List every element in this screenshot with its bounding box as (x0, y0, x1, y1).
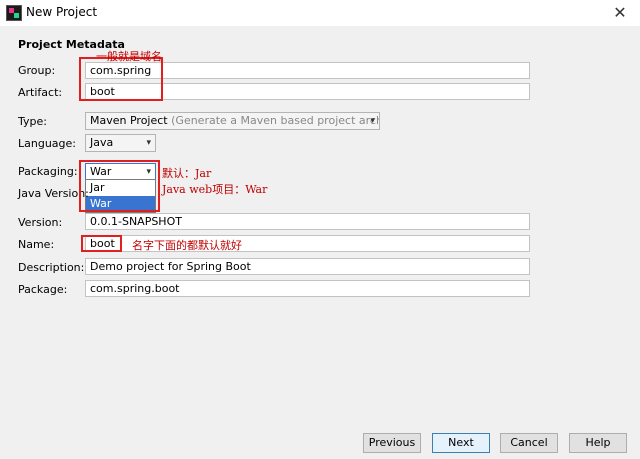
packaging-highlight-box (79, 160, 160, 212)
packaging-web-annotation: Java web项目：War (162, 183, 268, 196)
name-highlight-box (81, 235, 122, 252)
next-button[interactable]: Next (432, 433, 490, 453)
chevron-down-icon: ▾ (370, 116, 375, 126)
type-value: Maven Project (90, 114, 168, 127)
description-label: Description: (18, 261, 85, 274)
version-label: Version: (18, 216, 63, 229)
close-icon[interactable]: ✕ (600, 0, 640, 26)
chevron-down-icon: ▾ (146, 138, 151, 148)
cancel-button[interactable]: Cancel (500, 433, 558, 453)
group-label: Group: (18, 64, 56, 77)
help-button[interactable]: Help (569, 433, 627, 453)
type-label: Type: (18, 115, 47, 128)
package-field[interactable]: com.spring.boot (85, 280, 530, 297)
package-label: Package: (18, 283, 68, 296)
title-bar: New Project ✕ (0, 0, 640, 26)
language-label: Language: (18, 137, 76, 150)
group-annotation: 一般就是域名 (96, 50, 162, 63)
language-select[interactable]: Java ▾ (85, 134, 156, 152)
version-field[interactable]: 0.0.1-SNAPSHOT (85, 213, 530, 230)
intellij-app-icon (6, 5, 22, 21)
packaging-label: Packaging: (18, 165, 78, 178)
type-hint: (Generate a Maven based project archive) (171, 114, 379, 127)
window-title: New Project (26, 5, 98, 19)
name-annotation: 名字下面的都默认就好 (132, 239, 242, 252)
name-label: Name: (18, 238, 55, 251)
description-field[interactable]: Demo project for Spring Boot (85, 258, 530, 275)
packaging-default-annotation: 默认：Jar (162, 167, 212, 180)
previous-button[interactable]: Previous (363, 433, 421, 453)
language-value: Java (90, 136, 114, 149)
artifact-label: Artifact: (18, 86, 63, 99)
type-select[interactable]: Maven Project (Generate a Maven based pr… (85, 112, 380, 130)
